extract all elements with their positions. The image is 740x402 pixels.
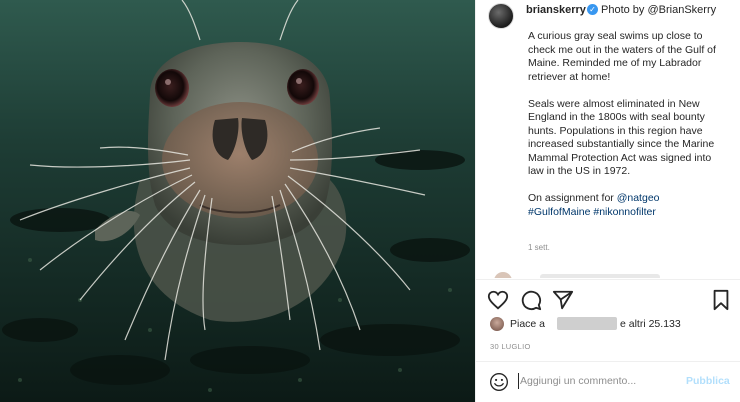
post-header: brianskerry ✓ Photo by @BrianSkerry: [476, 0, 740, 29]
comment-input[interactable]: [520, 372, 680, 390]
comment-preview: [490, 270, 730, 278]
comment-icon[interactable]: [520, 289, 542, 311]
divider: [476, 279, 740, 280]
post-photo[interactable]: [0, 0, 475, 402]
post-caption: A curious gray seal swims up close to ch…: [528, 30, 724, 219]
likes-prefix: Piace a: [510, 318, 546, 330]
liker-avatar: [490, 317, 504, 331]
smiley-icon[interactable]: [489, 372, 509, 392]
likes-summary[interactable]: Piace a e altri 25.133: [490, 316, 730, 332]
caption-paragraph: A curious gray seal swims up close to ch…: [528, 30, 716, 83]
assignment-text: On assignment for: [528, 192, 617, 204]
share-icon[interactable]: [552, 289, 574, 311]
text-cursor: [518, 373, 519, 389]
username-link[interactable]: brianskerry: [526, 4, 586, 16]
caption-assignment: On assignment for @natgeo #GulfofMaine #…: [528, 192, 724, 219]
bookmark-icon[interactable]: [710, 289, 732, 311]
redacted-username: [557, 317, 617, 330]
heart-icon[interactable]: [487, 289, 509, 311]
publish-button[interactable]: Pubblica: [686, 375, 730, 387]
photo-credit: Photo by @BrianSkerry: [601, 4, 717, 16]
verified-badge-icon: ✓: [587, 4, 598, 15]
likes-count[interactable]: e altri 25.133: [620, 318, 681, 330]
comment-text-peek: [540, 274, 660, 278]
caption-paragraph: Seals were almost eliminated in New Engl…: [528, 97, 715, 178]
commenter-avatar: [494, 272, 512, 278]
post-date[interactable]: 30 LUGLIO: [490, 342, 531, 351]
time-ago[interactable]: 1 sett.: [528, 243, 550, 252]
hashtags-link[interactable]: #GulfofMaine #nikonnofilter: [528, 206, 656, 218]
avatar[interactable]: [488, 3, 514, 29]
gray-seal-photo: [0, 0, 475, 402]
action-bar: [476, 287, 740, 313]
add-comment-bar: Pubblica: [476, 362, 740, 402]
mention-natgeo-link[interactable]: @natgeo: [617, 192, 660, 204]
post-details-panel: brianskerry ✓ Photo by @BrianSkerry A cu…: [475, 0, 740, 402]
